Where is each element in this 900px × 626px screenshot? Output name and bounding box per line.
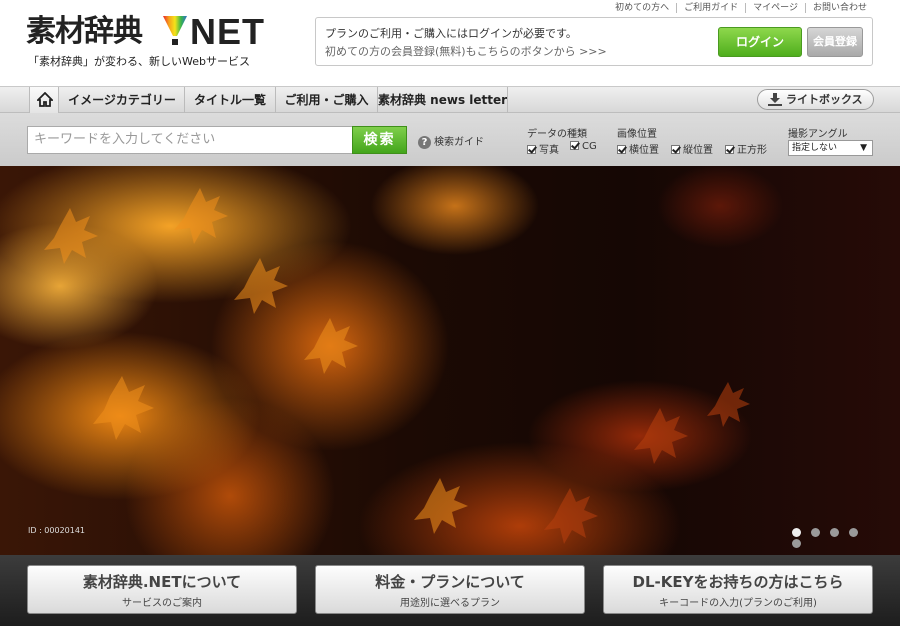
hero-image[interactable]: ID : 00020141 [0,166,900,555]
dlkey-button[interactable]: DL-KEYをお持ちの方はこちら キーコードの入力(プランのご利用) [603,565,873,614]
main-nav: イメージカテゴリー タイトル一覧 ご利用・ご購入 素材辞典 news lette… [0,86,900,113]
logo[interactable]: 素材辞典 NET [26,11,264,52]
nav-newsletter[interactable]: 素材辞典 news letter [378,87,508,113]
bottom-bar: 素材辞典.NETについて サービスのご案内 料金・プランについて 用途別に選べる… [0,555,900,626]
search-guide-label: 検索ガイド [434,137,484,148]
search-bar: キーワードを入力してください 検索 ? 検索ガイド データの種類 写真 CG 画像… [0,113,900,166]
pricing-sub: 用途別に選べるプラン [400,598,500,609]
caret-down-icon: ▼ [860,143,867,153]
question-icon: ? [418,135,431,149]
search-input[interactable]: キーワードを入力してください [27,126,353,154]
logo-mark-icon [163,16,187,45]
home-icon [37,92,53,107]
about-button[interactable]: 素材辞典.NETについて サービスのご案内 [27,565,297,614]
lightbox-label: ライトボックス [786,93,863,106]
about-title: 素材辞典.NETについて [82,573,242,591]
top-links: 初めての方へ ご利用ガイド マイページ お問い合わせ [608,0,874,13]
nav-home[interactable] [29,87,59,113]
header: 素材辞典 NET 「素材辞典」が変わる、新しいWebサービス 初めての方へ ご利… [0,0,900,86]
slide-dot-5[interactable] [792,539,801,548]
checkbox-horizontal-label: 横位置 [629,145,659,156]
slide-dot-3[interactable] [830,528,839,537]
checkbox-checked-icon [527,145,536,154]
checkbox-checked-icon [725,145,734,154]
checkbox-checked-icon [570,141,579,150]
page: 素材辞典 NET 「素材辞典」が変わる、新しいWebサービス 初めての方へ ご利… [0,0,900,626]
checkbox-square-label: 正方形 [737,145,767,156]
lightbox-button[interactable]: ライトボックス [757,89,874,110]
download-icon [768,93,782,106]
slide-dot-4[interactable] [849,528,858,537]
logo-text: 素材辞典 [26,14,143,49]
data-type-label: データの種類 [527,129,587,140]
checkbox-square[interactable]: 正方形 [725,141,767,156]
checkbox-photo-label: 写真 [539,145,559,156]
checkbox-checked-icon [617,145,626,154]
nav-title-list[interactable]: タイトル一覧 [185,87,276,113]
angle-select[interactable]: 指定しない ▼ [788,140,873,156]
login-box: プランのご利用・ご購入にはログインが必要です。 初めての方の会員登録(無料)もこ… [315,17,873,66]
dlkey-sub: キーコードの入力(プランのご利用) [659,598,817,609]
maple-leaves-illustration [44,188,750,544]
login-message: プランのご利用・ご購入にはログインが必要です。 [325,27,577,40]
search-guide-link[interactable]: ? 検索ガイド [418,133,484,149]
tagline: 「素材辞典」が変わる、新しいWebサービス [28,55,250,68]
slide-dot-1[interactable] [792,528,801,537]
register-message: 初めての方の会員登録(無料)もこちらのボタンから >>> [325,45,607,58]
nav-image-category[interactable]: イメージカテゴリー [60,87,185,113]
angle-select-value: 指定しない [792,143,838,153]
image-id: ID : 00020141 [28,526,86,535]
checkbox-cg-label: CG [582,141,597,152]
logo-net: NET [190,11,265,52]
top-link-guide[interactable]: ご利用ガイド [676,3,746,13]
top-link-first-time[interactable]: 初めての方へ [608,3,676,13]
checkbox-photo[interactable]: 写真 [527,141,559,156]
search-button[interactable]: 検索 [352,126,407,154]
checkbox-checked-icon [671,145,680,154]
about-sub: サービスのご案内 [122,598,202,609]
top-link-contact[interactable]: お問い合わせ [804,3,874,13]
login-button[interactable]: ログイン [718,27,802,57]
nav-usage-purchase[interactable]: ご利用・ご購入 [276,87,378,113]
checkbox-cg[interactable]: CG [570,141,597,152]
orientation-label: 画像位置 [617,129,657,140]
checkbox-horizontal[interactable]: 横位置 [617,141,659,156]
top-link-mypage[interactable]: マイページ [745,3,805,13]
dlkey-title: DL-KEYをお持ちの方はこちら [632,573,844,591]
pricing-button[interactable]: 料金・プランについて 用途別に選べるプラン [315,565,585,614]
slide-dot-2[interactable] [811,528,820,537]
checkbox-vertical-label: 縦位置 [683,145,713,156]
angle-label: 撮影アングル [788,129,848,140]
pricing-title: 料金・プランについて [375,573,525,591]
register-button[interactable]: 会員登録 [807,27,863,57]
checkbox-vertical[interactable]: 縦位置 [671,141,713,156]
